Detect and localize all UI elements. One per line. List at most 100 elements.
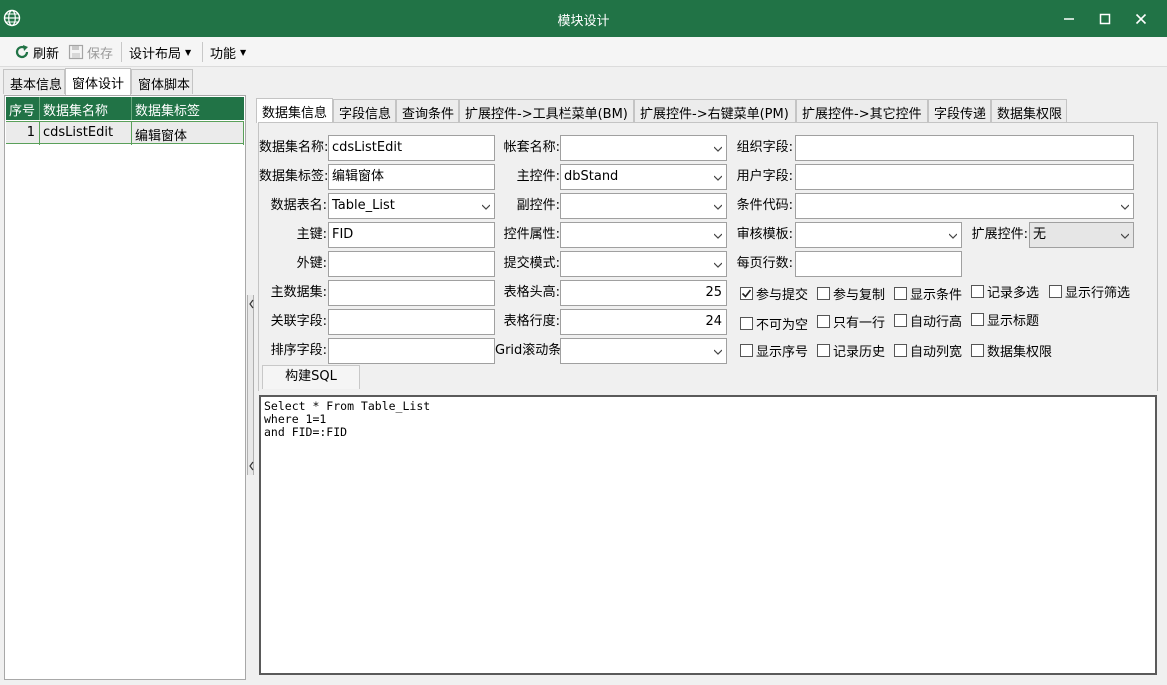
dataset-detail-panel: 数据集信息 字段信息 查询条件 扩展控件->工具栏菜单(BM) 扩展控件->右键…: [256, 95, 1163, 680]
checkbox-record-history[interactable]: 记录历史: [817, 340, 885, 360]
master-dataset-label: 主数据集:: [270, 285, 327, 300]
caret-down-icon: ▼: [240, 47, 247, 57]
grid-scroll-select[interactable]: [560, 338, 727, 364]
tab-field-transfer[interactable]: 字段传递: [928, 99, 991, 122]
row-height-field[interactable]: 24: [560, 309, 727, 335]
tab-form-script[interactable]: 窗体脚本: [131, 69, 193, 94]
table-row[interactable]: 1 cdsListEdit 编辑窗体: [6, 121, 244, 145]
condition-code-label: 条件代码:: [736, 198, 793, 213]
row-dataset-label: 编辑窗体: [132, 122, 244, 145]
checkbox-participate-submit[interactable]: 参与提交: [740, 283, 808, 303]
save-label: 保存: [87, 46, 114, 62]
functions-label: 功能: [210, 46, 237, 62]
chevron-down-icon: [482, 204, 490, 210]
sort-field-input[interactable]: [328, 338, 495, 364]
account-name-select[interactable]: [560, 135, 727, 161]
close-button[interactable]: [1124, 0, 1158, 37]
maximize-button[interactable]: [1088, 0, 1122, 37]
page-rows-field[interactable]: [795, 251, 962, 277]
table-name-select[interactable]: Table_List: [328, 193, 495, 219]
checkbox-auto-row-height[interactable]: 自动行高: [894, 310, 962, 330]
build-sql-button[interactable]: 构建SQL: [262, 365, 360, 389]
ext-control-select[interactable]: 无: [1029, 222, 1134, 248]
chevron-down-icon: [714, 262, 722, 268]
submit-mode-select[interactable]: [560, 251, 727, 277]
checkbox-participate-copy[interactable]: 参与复制: [817, 283, 885, 303]
tab-ext-other-controls[interactable]: 扩展控件->其它控件: [796, 99, 928, 122]
column-header-name[interactable]: 数据集名称: [40, 97, 132, 120]
column-header-label[interactable]: 数据集标签: [132, 97, 244, 120]
column-header-index[interactable]: 序号: [6, 97, 40, 120]
checkbox-label: 记录历史: [833, 344, 886, 360]
design-layout-menu[interactable]: 设计布局 ▼: [129, 42, 191, 62]
link-field-input[interactable]: [328, 309, 495, 335]
checkbox-show-title[interactable]: 显示标题: [971, 309, 1039, 329]
dataset-tag-field[interactable]: 编辑窗体: [328, 164, 495, 190]
checkbox-box: [817, 314, 830, 328]
table-name-value: Table_List: [332, 198, 395, 213]
functions-menu[interactable]: 功能 ▼: [210, 42, 246, 62]
tab-dataset-info[interactable]: 数据集信息: [256, 98, 333, 123]
save-button[interactable]: 保存: [68, 42, 113, 62]
primary-key-field[interactable]: FID: [328, 222, 495, 248]
row-index: 1: [6, 122, 40, 145]
tab-query-conditions[interactable]: 查询条件: [396, 99, 459, 122]
dataset-name-field[interactable]: cdsListEdit: [328, 135, 495, 161]
checkbox-label: 参与提交: [756, 287, 809, 303]
checkbox-label: 自动列宽: [910, 344, 963, 360]
chevron-down-icon: [714, 146, 722, 152]
tab-basic-info[interactable]: 基本信息: [3, 69, 65, 94]
org-field-input[interactable]: [795, 135, 1134, 161]
control-props-label: 控件属性:: [503, 227, 560, 242]
sub-control-select[interactable]: [560, 193, 727, 219]
chevron-down-icon: [714, 349, 722, 355]
checkbox-show-condition[interactable]: 显示条件: [894, 283, 962, 303]
refresh-button[interactable]: 刷新: [14, 42, 59, 62]
save-icon: [68, 44, 84, 60]
dataset-grid: 序号 数据集名称 数据集标签 1 cdsListEdit 编辑窗体: [4, 95, 246, 680]
tab-ext-context-menu[interactable]: 扩展控件->右键菜单(PM): [634, 99, 796, 122]
checkbox-show-index[interactable]: 显示序号: [740, 340, 808, 360]
checkbox-single-row[interactable]: 只有一行: [817, 311, 885, 331]
header-height-label: 表格头高:: [503, 285, 560, 300]
master-dataset-field[interactable]: [328, 280, 495, 306]
design-layout-label: 设计布局: [129, 46, 182, 62]
checkbox-multi-select[interactable]: 记录多选: [971, 281, 1039, 301]
checkbox-label: 记录多选: [987, 285, 1040, 301]
checkbox-not-null[interactable]: 不可为空: [740, 313, 808, 333]
checkbox-label: 不可为空: [756, 317, 809, 333]
checkbox-box: [1049, 284, 1062, 298]
checkbox-dataset-permission[interactable]: 数据集权限: [971, 340, 1052, 360]
checkbox-box: [971, 343, 984, 357]
header-height-field[interactable]: 25: [560, 280, 727, 306]
close-icon: [1135, 13, 1147, 24]
page-rows-label: 每页行数:: [736, 256, 793, 271]
tab-form-design[interactable]: 窗体设计: [65, 68, 131, 95]
foreign-key-field[interactable]: [328, 251, 495, 277]
control-props-select[interactable]: [560, 222, 727, 248]
user-field-input[interactable]: [795, 164, 1134, 190]
org-field-label: 组织字段:: [736, 140, 793, 155]
minimize-button[interactable]: [1052, 0, 1086, 37]
tab-ext-toolbar-menu[interactable]: 扩展控件->工具栏菜单(BM): [459, 99, 634, 122]
audit-template-select[interactable]: [795, 222, 962, 248]
checkbox-box: [894, 286, 907, 300]
splitter-grip[interactable]: [247, 295, 254, 475]
ext-control-label: 扩展控件:: [971, 227, 1028, 242]
checkbox-row-filter[interactable]: 显示行筛选: [1049, 281, 1130, 301]
condition-code-select[interactable]: [795, 193, 1134, 219]
toolbar-separator: [121, 42, 122, 62]
main-control-value: dbStand: [564, 169, 619, 184]
main-control-select[interactable]: dbStand: [560, 164, 727, 190]
checkbox-box: [971, 284, 984, 298]
main-tabs: 基本信息 窗体设计 窗体脚本: [0, 68, 1167, 95]
tab-dataset-permissions[interactable]: 数据集权限: [991, 99, 1067, 122]
link-field-label: 关联字段:: [270, 314, 327, 329]
window-title: 模块设计: [557, 14, 610, 29]
primary-key-label: 主键:: [296, 227, 327, 242]
checkbox-auto-column-width[interactable]: 自动列宽: [894, 340, 962, 360]
panel-splitter[interactable]: [246, 95, 255, 680]
checkbox-box: [817, 343, 830, 357]
sql-editor[interactable]: Select * From Table_List where 1=1 and F…: [259, 395, 1157, 675]
tab-field-info[interactable]: 字段信息: [333, 99, 396, 122]
